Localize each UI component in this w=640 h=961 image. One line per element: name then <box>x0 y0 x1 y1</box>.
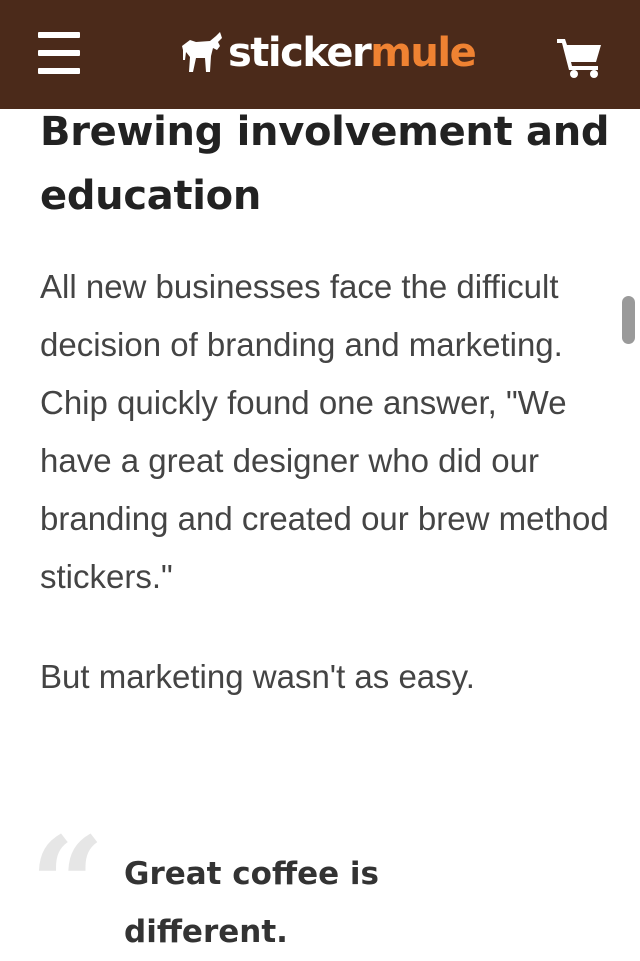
article-paragraph: But marketing wasn't as easy. <box>40 658 475 695</box>
article-heading: Brewing involvement and education <box>40 109 610 219</box>
pull-quote: “ Great coffee is different. <box>0 820 640 959</box>
menu-icon[interactable] <box>38 32 82 74</box>
scrollbar-thumb[interactable] <box>622 296 635 344</box>
quote-mark-icon: “ <box>30 808 105 961</box>
cart-icon[interactable] <box>556 36 604 78</box>
logo-text-mule: mule <box>370 30 477 76</box>
mule-logo-icon <box>182 32 222 72</box>
article-paragraph: All new businesses face the difficult de… <box>40 268 609 595</box>
pull-quote-text: Great coffee is different. <box>124 856 379 950</box>
site-header: sticker mule <box>0 0 640 109</box>
logo-text-sticker: sticker <box>228 30 372 76</box>
sticker-mule-logo[interactable]: sticker mule <box>180 27 477 79</box>
article-content: Brewing involvement and education All ne… <box>40 100 610 706</box>
cart-icon-graphic <box>557 39 601 78</box>
